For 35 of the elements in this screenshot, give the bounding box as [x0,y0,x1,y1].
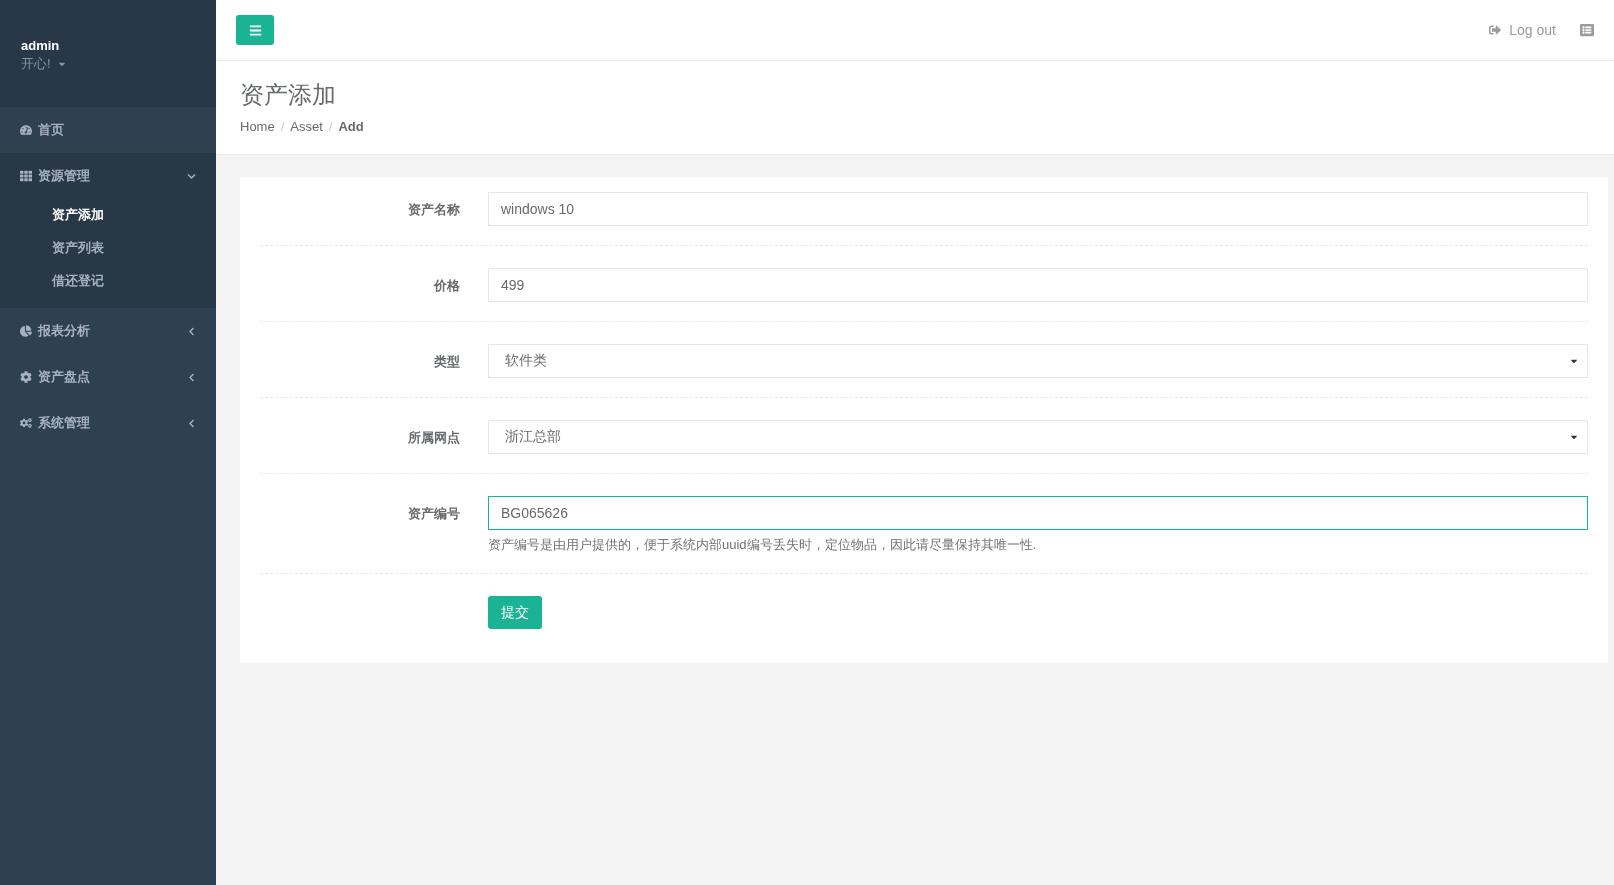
breadcrumb-separator: / [328,119,333,134]
input-field[interactable]: 499 [488,268,1588,302]
menu-toggle-button[interactable] [236,15,274,45]
field-label: 资产编号 [408,505,460,523]
submenu-item[interactable]: 资产添加 [0,199,104,232]
nav-item[interactable]: 资产盘点 [0,354,216,400]
chevron-left-icon [187,418,196,428]
field-label: 类型 [434,353,460,371]
nav-item[interactable]: 首页 [0,107,216,153]
help-text: 资产编号是由用户提供的，便于系统内部uuid编号丢失时，定位物品，因此请尽量保持其唯一性. [488,536,1038,554]
select-field[interactable]: 软件类 [488,344,1588,378]
logout-link[interactable]: Log out [1489,22,1556,38]
field-label: 价格 [434,277,460,295]
breadcrumb-link[interactable]: Home [240,119,275,134]
user-name: admin [21,38,60,53]
nav-item[interactable]: 系统管理 [0,400,216,446]
breadcrumb-link[interactable]: Asset [290,119,323,134]
nav-item[interactable]: 资源管理 [0,153,216,199]
input-field[interactable]: windows 10 [488,192,1588,226]
field-label: 所属网点 [408,429,460,447]
nav-item[interactable]: 报表分析 [0,308,216,354]
sign-out-icon [1489,24,1502,36]
list-icon[interactable] [1580,23,1594,37]
chevron-left-icon [187,326,196,336]
field-label: 资产名称 [408,201,460,219]
breadcrumb-separator: / [280,119,285,134]
page-title: 资产添加 [240,80,336,110]
submenu-item[interactable]: 借还登记 [0,265,104,298]
chevron-down-icon [187,171,196,181]
menu-icon [248,23,262,37]
input-field[interactable]: BG065626 [488,496,1588,530]
submenu-item[interactable]: 资产列表 [0,232,104,265]
user-status-dropdown[interactable]: 开心! [21,55,67,73]
select-field[interactable]: 浙江总部 [488,420,1588,454]
chevron-left-icon [187,372,196,382]
